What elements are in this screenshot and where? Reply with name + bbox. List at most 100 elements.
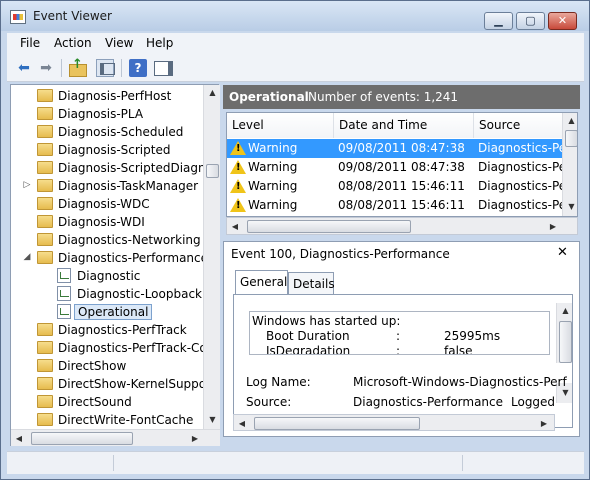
- scroll-left-arrow-icon[interactable]: ◀: [234, 416, 250, 431]
- expander-arrow-icon[interactable]: [22, 126, 32, 136]
- menu-action[interactable]: Action: [54, 36, 92, 50]
- expander-arrow-icon[interactable]: [22, 396, 32, 406]
- event-row[interactable]: Warning 08/08/2011 15:46:11 Diagnostics-Pe…: [227, 196, 575, 215]
- help-icon[interactable]: ?: [129, 59, 147, 77]
- event-list-vertical-scrollbar[interactable]: ▲ ▼: [562, 113, 577, 216]
- column-header-source[interactable]: Source: [474, 113, 564, 138]
- expander-arrow-icon[interactable]: [22, 378, 32, 388]
- tree-item-folder[interactable]: DirectShow: [11, 357, 203, 375]
- tree-item-folder[interactable]: Diagnosis-WDC: [11, 195, 203, 213]
- folder-icon: [37, 341, 53, 354]
- scroll-up-arrow-icon[interactable]: ▲: [564, 113, 577, 129]
- tree-item-folder[interactable]: Diagnosis-WDI: [11, 213, 203, 231]
- tree-item-folder[interactable]: Diagnosis-Scripted: [11, 141, 203, 159]
- event-message-box[interactable]: Windows has started up: Boot Duration : …: [249, 311, 550, 355]
- tree-item-folder[interactable]: DirectShow-KernelSupport: [11, 375, 203, 393]
- show-action-pane-icon[interactable]: [152, 59, 173, 77]
- event-source: Diagnostics-Perf: [478, 179, 576, 193]
- minimize-button[interactable]: ▁: [484, 12, 513, 30]
- scroll-right-arrow-icon[interactable]: ▶: [545, 219, 561, 234]
- menu-file[interactable]: File: [20, 36, 40, 50]
- tree-hscroll-thumb[interactable]: [31, 432, 133, 445]
- tree-item-label: DirectShow-KernelSupport: [58, 377, 203, 391]
- expander-arrow-icon[interactable]: [22, 324, 32, 334]
- detail-vertical-scrollbar[interactable]: ▲: [556, 303, 572, 363]
- tree-item-log[interactable]: Operational: [11, 303, 203, 321]
- expander-arrow-icon[interactable]: [22, 234, 32, 244]
- event-row[interactable]: Warning 08/08/2011 15:46:11 Diagnostics-Pe…: [227, 177, 575, 196]
- tree-item-folder[interactable]: Diagnostics-PerfTrack-Cou: [11, 339, 203, 357]
- event-list-hscroll-thumb[interactable]: [247, 220, 411, 233]
- scroll-left-arrow-icon[interactable]: ◀: [227, 219, 243, 234]
- event-viewer-app-icon: [10, 10, 26, 24]
- tree-item-folder[interactable]: Diagnosis-PLA: [11, 105, 203, 123]
- tree-vertical-scrollbar[interactable]: ▲ ▼: [203, 85, 220, 429]
- event-row[interactable]: Warning 09/08/2011 08:47:38 Diagnostics-Pe…: [227, 139, 571, 158]
- folder-icon: [37, 359, 53, 372]
- column-header-level[interactable]: Level: [227, 113, 334, 138]
- expander-arrow-icon[interactable]: [22, 306, 32, 316]
- expander-arrow-icon[interactable]: [22, 270, 32, 280]
- tab-details[interactable]: Details: [288, 272, 335, 294]
- event-source: Diagnostics-Per: [478, 141, 572, 155]
- event-datetime: 09/08/2011 08:47:38: [338, 141, 465, 155]
- tree-item-folder[interactable]: Diagnostics-Networking: [11, 231, 203, 249]
- logged-label: Logged: [511, 395, 556, 409]
- log-title: Operational: [229, 90, 309, 104]
- expander-arrow-icon[interactable]: [22, 414, 32, 424]
- expander-arrow-icon[interactable]: [22, 198, 32, 208]
- tree-item-folder[interactable]: ◢ Diagnostics-Performance: [11, 249, 203, 267]
- menu-view[interactable]: View: [105, 36, 133, 50]
- tree-item-folder[interactable]: Diagnosis-ScriptedDiagnos: [11, 159, 203, 177]
- event-row[interactable]: Warning 09/08/2011 08:47:38 Diagnostics-Pe…: [227, 158, 575, 177]
- expander-arrow-icon[interactable]: [22, 108, 32, 118]
- column-header-date-and-time[interactable]: Date and Time: [334, 113, 474, 138]
- scroll-down-arrow-icon[interactable]: ▼: [205, 412, 220, 428]
- menu-bar: File Action View Help: [7, 33, 584, 54]
- detail-horizontal-scrollbar[interactable]: ◀ ▶: [233, 414, 555, 431]
- tree-item-folder[interactable]: ▷ Diagnosis-TaskManager: [11, 177, 203, 195]
- expander-arrow-icon[interactable]: [22, 90, 32, 100]
- scroll-right-arrow-icon[interactable]: ▶: [187, 431, 203, 446]
- message-separator: :: [396, 344, 401, 355]
- tree-item-log[interactable]: Diagnostic: [11, 267, 203, 285]
- maximize-button[interactable]: ▢: [516, 12, 545, 30]
- menu-help[interactable]: Help: [146, 36, 173, 50]
- tab-general[interactable]: General: [235, 270, 288, 294]
- event-list-scroll-thumb[interactable]: [565, 130, 577, 147]
- tree-scroll-thumb[interactable]: [206, 164, 219, 178]
- scroll-left-arrow-icon[interactable]: ◀: [11, 431, 27, 446]
- expander-arrow-icon[interactable]: [22, 342, 32, 352]
- tree-item-label: Diagnosis-Scheduled: [58, 125, 184, 139]
- up-folder-icon[interactable]: [68, 56, 87, 77]
- tree-item-log[interactable]: Diagnostic-Loopback: [11, 285, 203, 303]
- scroll-up-arrow-icon[interactable]: ▲: [558, 303, 573, 319]
- tree-item-folder[interactable]: Diagnosis-PerfHost: [11, 87, 203, 105]
- event-list-horizontal-scrollbar[interactable]: ◀ ▶: [226, 217, 578, 235]
- detail-hscroll-thumb[interactable]: [254, 417, 420, 430]
- tree-item-folder[interactable]: Diagnosis-Scheduled: [11, 123, 203, 141]
- expander-arrow-icon[interactable]: [22, 162, 32, 172]
- back-arrow-icon[interactable]: ⬅: [15, 59, 33, 77]
- scroll-up-arrow-icon[interactable]: ▲: [205, 85, 220, 101]
- forward-arrow-icon[interactable]: ➡: [37, 59, 55, 77]
- expander-arrow-icon[interactable]: [22, 360, 32, 370]
- tree-item-folder[interactable]: DirectSound: [11, 393, 203, 411]
- tree-item-folder[interactable]: DirectWrite-FontCache: [11, 411, 203, 429]
- detail-scroll-thumb[interactable]: [559, 321, 572, 363]
- show-hide-console-tree-icon[interactable]: [96, 59, 115, 77]
- expander-arrow-icon[interactable]: [22, 288, 32, 298]
- expander-arrow-icon[interactable]: [22, 144, 32, 154]
- close-icon[interactable]: ✕: [557, 245, 568, 260]
- tree-horizontal-scrollbar[interactable]: ◀ ▶: [11, 429, 220, 446]
- expander-arrow-icon[interactable]: ◢: [22, 252, 32, 262]
- event-list: Level Date and Time Source Warning 09/08/…: [226, 112, 578, 217]
- title-bar[interactable]: Event Viewer ▁ ▢ ✕: [1, 1, 589, 31]
- scroll-right-arrow-icon[interactable]: ▶: [536, 416, 552, 431]
- tree-item-folder[interactable]: Diagnostics-PerfTrack: [11, 321, 203, 339]
- tree-item-label: Diagnostics-PerfTrack-Cou: [58, 341, 203, 355]
- close-window-button[interactable]: ✕: [548, 12, 577, 30]
- scroll-down-arrow-icon[interactable]: ▼: [564, 199, 577, 215]
- expander-arrow-icon[interactable]: ▷: [22, 180, 32, 190]
- expander-arrow-icon[interactable]: [22, 216, 32, 226]
